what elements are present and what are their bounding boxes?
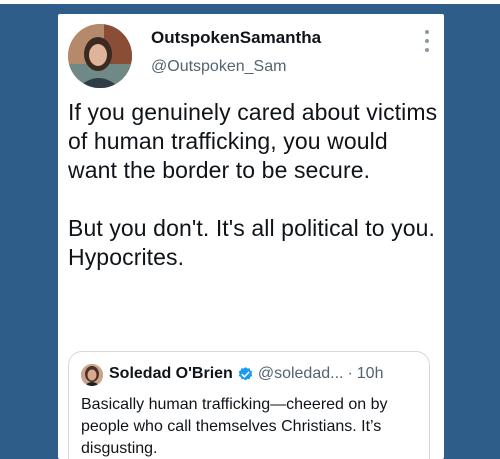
quote-handle[interactable]: @soledad... [258, 365, 344, 383]
avatar-photo [68, 24, 132, 88]
quote-text: Basically human trafficking—cheered on b… [81, 396, 388, 457]
tweet-text: If you genuinely cared about victims of … [68, 98, 438, 272]
screenshot-frame: OutspokenSamantha @Outspoken_Sam If you … [0, 0, 500, 459]
quote-avatar-photo [81, 364, 103, 386]
tweet-paragraph: But you don't. It's all political to you… [68, 215, 436, 270]
quoted-tweet[interactable]: Soledad O'Brien @soledad... · 10h Basica… [68, 351, 430, 459]
more-options-icon[interactable] [424, 30, 430, 52]
quote-separator: · [347, 365, 353, 382]
quote-header: Soledad O'Brien @soledad... · 10h [109, 365, 421, 383]
avatar[interactable] [68, 24, 132, 88]
tweet-paragraph: If you genuinely cared about victims of … [68, 99, 438, 183]
quote-timestamp[interactable]: 10h [357, 365, 384, 383]
quote-avatar[interactable] [81, 364, 103, 386]
display-name[interactable]: OutspokenSamantha [151, 28, 321, 48]
verified-badge-icon [238, 366, 253, 380]
quote-display-name[interactable]: Soledad O'Brien [109, 365, 233, 383]
user-handle[interactable]: @Outspoken_Sam [151, 58, 286, 76]
tweet-card[interactable]: OutspokenSamantha @Outspoken_Sam If you … [58, 14, 444, 459]
